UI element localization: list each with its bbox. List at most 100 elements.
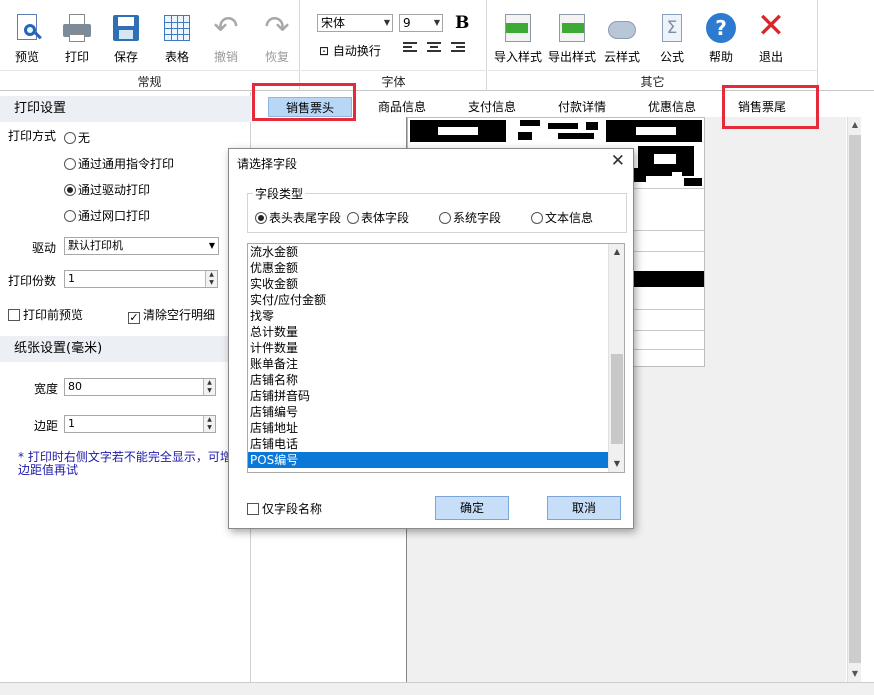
list-item[interactable]: 计件数量 bbox=[248, 340, 610, 356]
radio-mode-network[interactable]: 通过网口打印 bbox=[64, 207, 150, 224]
tab-payment-info[interactable]: 支付信息 bbox=[452, 97, 532, 117]
field-list[interactable]: 流水金额 优惠金额 实收金额 实付/应付金额 找零 总计数量 计件数量 账单备注 店铺名称 店铺拼… bbox=[247, 243, 625, 473]
radio-mode-none[interactable]: 无 bbox=[64, 129, 90, 146]
redo-button[interactable]: ↷ 恢复 bbox=[252, 12, 302, 65]
status-bar bbox=[0, 682, 874, 695]
settings-panel: 打印设置 打印方式 无 通过通用指令打印 通过驱动打印 通过网口打印 驱动 默认… bbox=[0, 92, 251, 682]
copies-label: 打印份数 bbox=[8, 274, 57, 288]
list-item[interactable]: 优惠金额 bbox=[248, 260, 610, 276]
export-style-button[interactable]: 导出样式 bbox=[545, 12, 599, 65]
align-left-button[interactable] bbox=[403, 42, 417, 54]
spinner-arrows-icon[interactable]: ▲ ▼ bbox=[203, 416, 215, 432]
radio-mode-generic[interactable]: 通过通用指令打印 bbox=[64, 155, 174, 172]
align-right-button[interactable] bbox=[451, 42, 465, 54]
radio-mode-driver[interactable]: 通过驱动打印 bbox=[64, 181, 150, 198]
ok-button[interactable]: 确定 bbox=[435, 496, 509, 520]
list-item[interactable]: 店铺电话 bbox=[248, 436, 610, 452]
tab-product-info[interactable]: 商品信息 bbox=[362, 97, 442, 117]
ribbon: 预览 打印 保存 表格 ↶ 撤销 ↷ 恢复 常规 宋体 ▼ 9 ▼ B ⊡ 自动… bbox=[0, 0, 874, 91]
cancel-button[interactable]: 取消 bbox=[547, 496, 621, 520]
checkmark-icon: ✓ bbox=[128, 311, 140, 324]
undo-button[interactable]: ↶ 撤销 bbox=[201, 12, 251, 65]
chevron-down-icon: ▼ bbox=[383, 18, 390, 27]
width-stepper[interactable]: 80 ▲ ▼ bbox=[64, 378, 216, 396]
scroll-down-icon[interactable]: ▼ bbox=[609, 456, 624, 472]
preview-button[interactable]: 预览 bbox=[2, 12, 52, 65]
radio-type-text[interactable]: 文本信息 bbox=[531, 209, 593, 226]
print-mode-label: 打印方式 bbox=[8, 129, 57, 143]
radio-type-header-footer[interactable]: 表头表尾字段 bbox=[255, 209, 341, 226]
import-style-button[interactable]: 导入样式 bbox=[491, 12, 545, 65]
import-icon bbox=[502, 12, 534, 44]
field-items: 流水金额 优惠金额 实收金额 实付/应付金额 找零 总计数量 计件数量 账单备注 店铺名称 店铺拼… bbox=[248, 244, 624, 468]
copies-stepper[interactable]: 1 ▲ ▼ bbox=[64, 270, 218, 288]
clear-empty-rows-checkbox[interactable]: ✓ 清除空行明细 bbox=[128, 306, 215, 324]
floppy-disk-icon bbox=[110, 12, 142, 44]
font-size-select[interactable]: 9 ▼ bbox=[399, 14, 443, 32]
formula-button[interactable]: Σ 公式 bbox=[647, 12, 697, 65]
scroll-thumb[interactable] bbox=[611, 354, 623, 444]
font-name-select[interactable]: 宋体 ▼ bbox=[317, 14, 393, 32]
radio-type-system[interactable]: 系统字段 bbox=[439, 209, 501, 226]
align-center-button[interactable] bbox=[427, 42, 441, 54]
canvas-scrollbar[interactable]: ▲ ▼ bbox=[847, 117, 861, 682]
margin-stepper[interactable]: 1 ▲ ▼ bbox=[64, 415, 216, 433]
close-icon[interactable]: ✕ bbox=[611, 151, 625, 171]
paper-settings-header: 纸张设置(毫米) bbox=[0, 336, 251, 362]
undo-icon: ↶ bbox=[213, 10, 239, 45]
scroll-up-icon[interactable]: ▲ bbox=[848, 117, 862, 133]
width-label: 宽度 bbox=[34, 382, 59, 396]
preview-before-print-checkbox[interactable]: 打印前预览 bbox=[8, 306, 83, 323]
print-button[interactable]: 打印 bbox=[52, 12, 102, 65]
auto-wrap-button[interactable]: ⊡ 自动换行 bbox=[319, 42, 381, 59]
field-list-scrollbar[interactable]: ▲ ▼ bbox=[608, 244, 624, 472]
bold-button[interactable]: B bbox=[455, 13, 469, 33]
table-button[interactable]: 表格 bbox=[152, 12, 202, 65]
radio-type-body[interactable]: 表体字段 bbox=[347, 209, 409, 226]
redo-icon: ↷ bbox=[264, 10, 290, 45]
cloud-style-button[interactable]: 云样式 bbox=[597, 12, 647, 65]
help-button[interactable]: ? 帮助 bbox=[696, 12, 746, 65]
print-settings-header: 打印设置 bbox=[0, 96, 251, 122]
spinner-arrows-icon[interactable]: ▲ ▼ bbox=[205, 271, 217, 287]
list-item[interactable]: POS编号 bbox=[248, 452, 610, 468]
sigma-icon: Σ bbox=[656, 12, 688, 44]
tab-payment-details[interactable]: 付款详情 bbox=[542, 97, 622, 117]
group-general: 预览 打印 保存 表格 ↶ 撤销 ↷ 恢复 常规 bbox=[0, 0, 300, 91]
printer-icon bbox=[61, 12, 93, 44]
scroll-up-icon[interactable]: ▲ bbox=[609, 244, 624, 260]
exit-button[interactable]: ✕ 退出 bbox=[746, 6, 796, 65]
preview-icon bbox=[11, 12, 43, 44]
list-item[interactable]: 店铺名称 bbox=[248, 372, 610, 388]
scroll-down-icon[interactable]: ▼ bbox=[848, 666, 862, 682]
table-icon bbox=[161, 12, 193, 44]
driver-select[interactable]: 默认打印机 ▼ bbox=[64, 237, 219, 255]
wrap-icon: ⊡ bbox=[319, 44, 330, 58]
list-item[interactable]: 总计数量 bbox=[248, 324, 610, 340]
margin-label: 边距 bbox=[34, 419, 59, 433]
scroll-thumb[interactable] bbox=[849, 135, 861, 663]
list-item[interactable]: 实收金额 bbox=[248, 276, 610, 292]
cloud-icon bbox=[606, 12, 638, 44]
export-icon bbox=[556, 12, 588, 44]
dialog-title: 请选择字段 bbox=[237, 157, 298, 171]
field-name-only-checkbox[interactable]: 仅字段名称 bbox=[247, 500, 322, 517]
field-type-legend: 字段类型 bbox=[253, 185, 306, 202]
chevron-down-icon: ▼ bbox=[433, 18, 440, 27]
list-item[interactable]: 店铺地址 bbox=[248, 420, 610, 436]
spinner-arrows-icon[interactable]: ▲ ▼ bbox=[203, 379, 215, 395]
list-item[interactable]: 店铺拼音码 bbox=[248, 388, 610, 404]
save-button[interactable]: 保存 bbox=[101, 12, 151, 65]
tab-discount-info[interactable]: 优惠信息 bbox=[632, 97, 712, 117]
list-item[interactable]: 流水金额 bbox=[248, 244, 610, 260]
list-item[interactable]: 账单备注 bbox=[248, 356, 610, 372]
list-item[interactable]: 找零 bbox=[248, 308, 610, 324]
highlight-box-footer bbox=[722, 85, 819, 129]
group-other: 导入样式 导出样式 云样式 Σ 公式 ? 帮助 ✕ 退出 其它 bbox=[488, 0, 818, 91]
list-item[interactable]: 店铺编号 bbox=[248, 404, 610, 420]
select-field-dialog: 请选择字段 ✕ 字段类型 表头表尾字段 表体字段 系统字段 文本信息 流水金额优… bbox=[228, 148, 634, 529]
list-item[interactable]: 实付/应付金额 bbox=[248, 292, 610, 308]
highlight-box-header bbox=[252, 83, 356, 121]
close-icon: ✕ bbox=[756, 6, 786, 46]
help-icon: ? bbox=[705, 12, 737, 44]
